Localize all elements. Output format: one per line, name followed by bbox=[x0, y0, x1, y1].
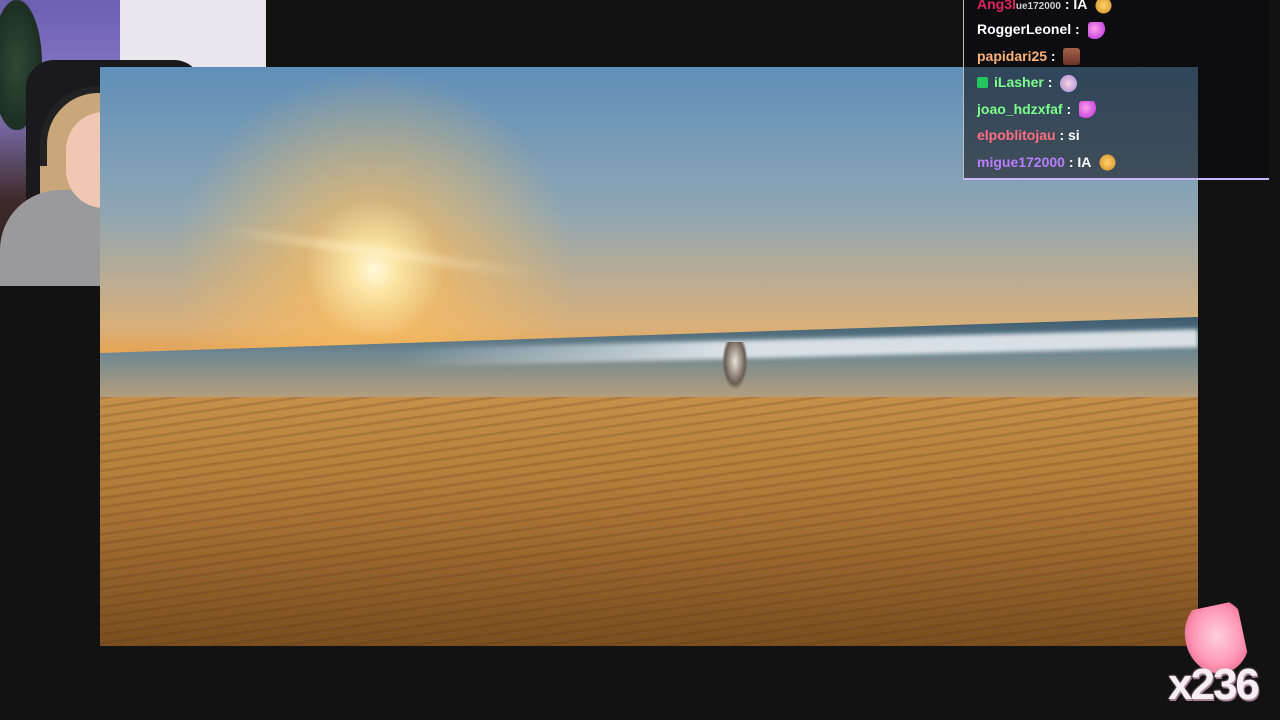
chat-overlay: Ang3lue172000 : IA RoggerLeonel : papida… bbox=[963, 0, 1269, 180]
chat-username: RoggerLeonel bbox=[977, 21, 1072, 37]
chat-message: papidari25 : bbox=[964, 43, 1269, 70]
chat-username: iLasher bbox=[994, 74, 1044, 90]
chat-username: papidari25 bbox=[977, 47, 1048, 64]
chat-separator: : bbox=[1064, 0, 1070, 12]
chat-separator: : bbox=[1047, 74, 1053, 90]
chat-message: joao_hdzxfaf : bbox=[964, 96, 1269, 123]
emote-icon bbox=[1060, 74, 1078, 92]
chat-username: elpoblitojau bbox=[977, 127, 1056, 143]
chat-separator: : bbox=[1059, 127, 1065, 143]
chat-text: si bbox=[1068, 127, 1080, 143]
chat-message: RoggerLeonel : bbox=[964, 16, 1269, 43]
chat-message: iLasher : bbox=[964, 69, 1269, 96]
emote-icon bbox=[1094, 0, 1112, 14]
video-sand bbox=[100, 397, 1198, 646]
chat-separator: : bbox=[1075, 21, 1080, 37]
emote-icon bbox=[1098, 154, 1116, 172]
emote-icon bbox=[1079, 101, 1097, 119]
video-sea bbox=[100, 317, 1198, 407]
emote-icon bbox=[1087, 21, 1105, 39]
chat-username-fragment: ue172000 bbox=[1015, 1, 1061, 12]
reaction-counter: x236 bbox=[1168, 660, 1260, 709]
chat-username: Ang3l bbox=[977, 0, 1016, 12]
chat-message: elpoblitojau : si bbox=[964, 122, 1269, 149]
emote-icon bbox=[1063, 48, 1081, 66]
sun-glare bbox=[220, 224, 540, 280]
chat-username: migue172000 bbox=[977, 153, 1065, 170]
video-couple bbox=[722, 342, 748, 390]
chat-text: IA bbox=[1077, 153, 1091, 170]
chat-separator: : bbox=[1068, 153, 1074, 170]
chat-text: IA bbox=[1073, 0, 1087, 12]
chat-message: migue172000 : IA bbox=[964, 149, 1269, 176]
chat-separator: : bbox=[1066, 100, 1072, 117]
chat-message: Ang3lue172000 : IA bbox=[964, 0, 1269, 16]
subscriber-badge-icon bbox=[977, 77, 988, 88]
chat-username: joao_hdzxfaf bbox=[977, 100, 1063, 117]
chat-separator: : bbox=[1050, 47, 1056, 64]
